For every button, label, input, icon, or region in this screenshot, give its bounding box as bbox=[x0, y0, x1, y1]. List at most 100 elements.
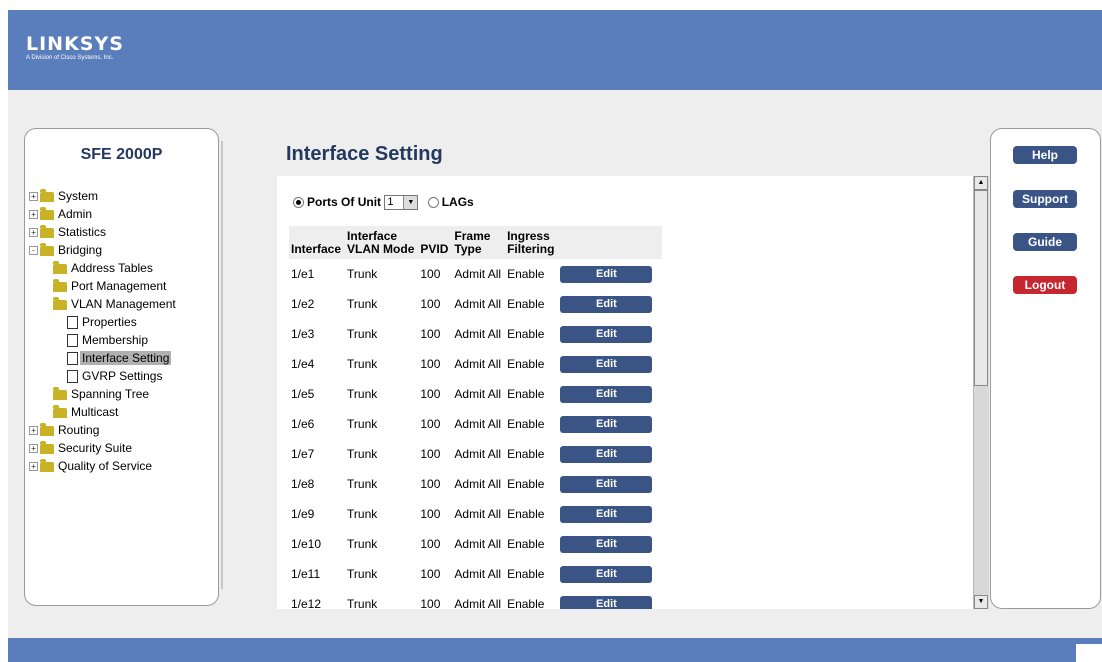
interface-table: Interface Interface VLAN Mode PVID Frame Type… bbox=[289, 226, 663, 609]
tree-item-quality-of-service[interactable]: + Quality of Service bbox=[29, 457, 215, 475]
support-button[interactable]: Support bbox=[1013, 190, 1077, 208]
header-bar: LINKSYS A Division of Cisco Systems, Inc… bbox=[8, 10, 1102, 90]
document-icon bbox=[67, 334, 78, 348]
table-cell: 100 bbox=[420, 267, 441, 281]
lags-label: LAGs bbox=[441, 195, 474, 209]
vertical-scrollbar[interactable]: ▲ ▼ bbox=[973, 176, 989, 609]
tree-item-label: Membership bbox=[82, 333, 149, 347]
table-cell: Trunk bbox=[347, 537, 378, 551]
tree-item-label: Multicast bbox=[71, 405, 119, 419]
edit-button[interactable]: Edit bbox=[560, 505, 653, 523]
tree-item-admin[interactable]: + Admin bbox=[29, 205, 215, 223]
scroll-down-icon[interactable]: ▼ bbox=[974, 595, 988, 609]
edit-button[interactable]: Edit bbox=[560, 415, 653, 433]
table-cell: Edit bbox=[558, 259, 662, 289]
table-cell: Enable bbox=[507, 447, 545, 461]
table-cell: Admit All bbox=[454, 567, 502, 581]
table-cell: Edit bbox=[558, 289, 662, 319]
guide-button[interactable]: Guide bbox=[1013, 233, 1077, 251]
table-cell: 100 bbox=[420, 537, 441, 551]
unit-select[interactable]: 1 ▼ bbox=[384, 195, 419, 211]
expand-icon[interactable]: + bbox=[29, 426, 38, 436]
table-body: 1/e1 Trunk 100 Admit All Enable Edit 1/e2 Trunk… bbox=[289, 259, 662, 609]
column-header: Ingress Filtering bbox=[505, 226, 559, 259]
edit-button[interactable]: Edit bbox=[560, 295, 653, 313]
edit-button[interactable]: Edit bbox=[560, 475, 653, 493]
tree-item-gvrp-settings[interactable]: GVRP Settings bbox=[29, 367, 215, 385]
device-name: SFE 2000P bbox=[80, 146, 163, 163]
table-cell: Admit All bbox=[454, 387, 502, 401]
table-cell: Trunk bbox=[347, 357, 378, 371]
tree-item-system[interactable]: + System bbox=[29, 187, 215, 205]
table-cell: Edit bbox=[558, 469, 662, 499]
tree-item-port-management[interactable]: Port Management bbox=[29, 277, 215, 295]
table-cell: 1/e5 bbox=[291, 387, 315, 401]
tree-item-bridging[interactable]: - Bridging bbox=[29, 241, 215, 259]
edit-button[interactable]: Edit bbox=[560, 445, 653, 463]
expand-icon[interactable]: + bbox=[29, 462, 38, 472]
tree-item-spanning-tree[interactable]: Spanning Tree bbox=[29, 385, 215, 403]
tree-item-membership[interactable]: Membership bbox=[29, 331, 215, 349]
table-row: 1/e8 Trunk 100 Admit All Enable Edit bbox=[289, 469, 662, 499]
tree-item-properties[interactable]: Properties bbox=[29, 313, 215, 331]
table-cell: 1/e7 bbox=[291, 447, 315, 461]
tree-item-security-suite[interactable]: + Security Suite bbox=[29, 439, 215, 457]
expand-icon[interactable]: + bbox=[29, 444, 38, 454]
linksys-logo: LINKSYS A Division of Cisco Systems, Inc… bbox=[26, 34, 124, 62]
table-cell: Edit bbox=[558, 559, 662, 589]
tree-item-multicast[interactable]: Multicast bbox=[29, 403, 215, 421]
tree-item-label: Properties bbox=[82, 315, 137, 329]
tree-item-address-tables[interactable]: Address Tables bbox=[29, 259, 215, 277]
table-cell: 100 bbox=[420, 297, 441, 311]
edit-button[interactable]: Edit bbox=[560, 535, 653, 553]
expand-icon[interactable]: + bbox=[29, 210, 38, 220]
logout-button[interactable]: Logout bbox=[1013, 276, 1077, 294]
tree-item-label: Port Management bbox=[71, 279, 167, 293]
scrollbar-thumb[interactable] bbox=[974, 190, 988, 386]
tree-item-statistics[interactable]: + Statistics bbox=[29, 223, 215, 241]
table-row: 1/e12 Trunk 100 Admit All Enable Edit bbox=[289, 589, 662, 609]
table-cell: 1/e1 bbox=[291, 267, 315, 281]
table-cell: Trunk bbox=[347, 597, 378, 609]
table-cell: 100 bbox=[420, 327, 441, 341]
help-button[interactable]: Help bbox=[1013, 146, 1077, 164]
tree-item-interface-setting[interactable]: Interface Setting bbox=[29, 349, 215, 367]
cisco-mark-icon bbox=[1076, 644, 1102, 662]
folder-icon bbox=[40, 224, 54, 238]
edit-button[interactable]: Edit bbox=[560, 265, 653, 283]
table-cell: Edit bbox=[558, 409, 662, 439]
lags-radio[interactable] bbox=[427, 197, 439, 209]
column-header: Frame Type bbox=[452, 226, 506, 259]
edit-button[interactable]: Edit bbox=[560, 595, 653, 609]
table-cell: Edit bbox=[558, 349, 662, 379]
edit-button[interactable]: Edit bbox=[560, 355, 653, 373]
edit-button[interactable]: Edit bbox=[560, 385, 653, 403]
folder-icon bbox=[53, 386, 67, 400]
collapse-icon[interactable]: - bbox=[29, 246, 38, 256]
table-cell: Enable bbox=[507, 537, 545, 551]
folder-icon bbox=[40, 206, 54, 220]
tree-item-routing[interactable]: + Routing bbox=[29, 421, 215, 439]
tree-item-label: Quality of Service bbox=[58, 459, 153, 473]
ports-radio[interactable] bbox=[293, 197, 304, 209]
table-row: 1/e3 Trunk 100 Admit All Enable Edit bbox=[289, 319, 662, 349]
table-cell: Enable bbox=[507, 417, 545, 431]
expand-icon[interactable]: + bbox=[29, 192, 38, 202]
table-cell: Enable bbox=[507, 357, 545, 371]
table-cell: 100 bbox=[420, 597, 441, 609]
table-cell: Trunk bbox=[347, 297, 378, 311]
table-row: 1/e4 Trunk 100 Admit All Enable Edit bbox=[289, 349, 662, 379]
footer-bar bbox=[8, 638, 1102, 662]
scroll-up-icon[interactable]: ▲ bbox=[974, 176, 988, 190]
folder-icon bbox=[40, 458, 54, 472]
tree-item-vlan-management[interactable]: VLAN Management bbox=[29, 295, 215, 313]
table-cell: 1/e11 bbox=[291, 567, 321, 581]
document-icon bbox=[67, 352, 78, 366]
edit-button[interactable]: Edit bbox=[560, 565, 653, 583]
table-cell: Admit All bbox=[454, 597, 502, 609]
table-row: 1/e2 Trunk 100 Admit All Enable Edit bbox=[289, 289, 662, 319]
table-cell: 1/e12 bbox=[291, 597, 322, 609]
edit-button[interactable]: Edit bbox=[560, 325, 653, 343]
expand-icon[interactable]: + bbox=[29, 228, 38, 238]
unit-select-value: 1 bbox=[387, 196, 394, 209]
